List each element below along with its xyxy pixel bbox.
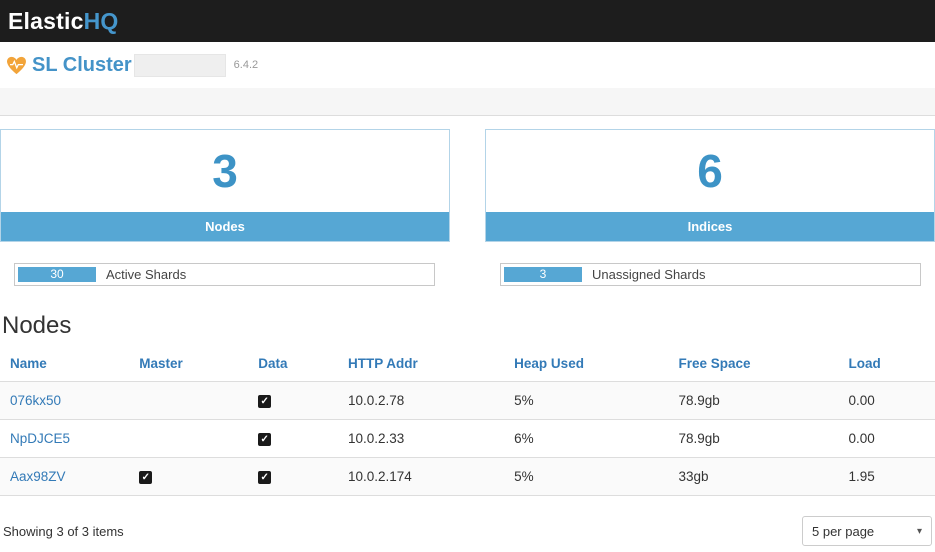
nodes-stat-card: 3 Nodes — [0, 129, 450, 242]
data-cell: ✓ — [250, 458, 340, 496]
cluster-version: 6.4.2 — [234, 59, 258, 71]
check-icon: ✓ — [140, 472, 151, 484]
load-cell: 0.00 — [841, 420, 935, 458]
col-header-http-addr[interactable]: HTTP Addr — [340, 344, 506, 382]
active-shards-label: Active Shards — [106, 267, 186, 282]
per-page-value: 5 per page — [812, 524, 874, 539]
http-addr-cell: 10.0.2.78 — [340, 382, 506, 420]
free-space-cell: 78.9gb — [671, 382, 841, 420]
indices-stat-label[interactable]: Indices — [486, 212, 934, 241]
heartbeat-icon — [6, 56, 27, 75]
node-name-cell: Aax98ZV — [0, 458, 131, 496]
col-header-master[interactable]: Master — [131, 344, 250, 382]
stat-cards-row: 3 Nodes 6 Indices — [0, 129, 935, 242]
free-space-cell: 78.9gb — [671, 420, 841, 458]
unassigned-shards-bar: 3 Unassigned Shards — [500, 263, 921, 286]
col-header-name[interactable]: Name — [0, 344, 131, 382]
cluster-subheader — [0, 88, 935, 116]
unassigned-shards-label: Unassigned Shards — [592, 267, 705, 282]
showing-items-text: Showing 3 of 3 items — [3, 524, 124, 539]
table-row: Aax98ZV ✓ ✓ 10.0.2.1745%33gb1.95 — [0, 458, 935, 496]
http-addr-cell: 10.0.2.174 — [340, 458, 506, 496]
col-header-free-space[interactable]: Free Space — [671, 344, 841, 382]
active-shards-bar: 30 Active Shards — [14, 263, 435, 286]
dashboard-main: 3 Nodes 6 Indices 30 Active Shards 3 Una… — [0, 129, 935, 552]
free-space-cell: 33gb — [671, 458, 841, 496]
col-header-load[interactable]: Load — [841, 344, 935, 382]
shard-status-row: 30 Active Shards 3 Unassigned Shards — [0, 263, 935, 286]
top-navbar: ElasticHQ — [0, 0, 935, 42]
master-cell: ✓ — [131, 458, 250, 496]
unassigned-shards-count: 3 — [504, 267, 582, 282]
elastichq-logo[interactable]: ElasticHQ — [8, 8, 118, 35]
load-cell: 0.00 — [841, 382, 935, 420]
heap-used-cell: 5% — [506, 382, 670, 420]
table-footer: Showing 3 of 3 items 5 per page ▾ — [0, 516, 935, 546]
node-name-cell: NpDJCE5 — [0, 420, 131, 458]
master-checkbox[interactable]: ✓ — [139, 471, 152, 484]
check-icon: ✓ — [259, 434, 270, 446]
cluster-name-link[interactable]: SL Cluster — [32, 54, 132, 77]
table-row: NpDJCE5 ✓ 10.0.2.336%78.9gb0.00 — [0, 420, 935, 458]
data-cell: ✓ — [250, 382, 340, 420]
table-row: 076kx50 ✓ 10.0.2.785%78.9gb0.00 — [0, 382, 935, 420]
table-header-row: Name Master Data HTTP Addr Heap Used Fre… — [0, 344, 935, 382]
nodes-table-body: 076kx50 ✓ 10.0.2.785%78.9gb0.00 NpDJCE5 ✓ 10.… — [0, 382, 935, 496]
heap-used-cell: 5% — [506, 458, 670, 496]
nodes-count: 3 — [1, 130, 449, 212]
node-name-link[interactable]: NpDJCE5 — [10, 431, 70, 446]
cluster-header: SL Cluster 6.4.2 — [0, 42, 935, 88]
node-name-link[interactable]: 076kx50 — [10, 393, 61, 408]
node-name-cell: 076kx50 — [0, 382, 131, 420]
master-cell — [131, 382, 250, 420]
nodes-stat-label[interactable]: Nodes — [1, 212, 449, 241]
master-cell — [131, 420, 250, 458]
col-header-heap-used[interactable]: Heap Used — [506, 344, 670, 382]
heap-used-cell: 6% — [506, 420, 670, 458]
active-shards-count: 30 — [18, 267, 96, 282]
nodes-section-title: Nodes — [2, 312, 935, 340]
indices-stat-card: 6 Indices — [485, 129, 935, 242]
data-checkbox[interactable]: ✓ — [258, 471, 271, 484]
elastichq-app: ElasticHQ SL Cluster 6.4.2 3 Nodes 6 Ind… — [0, 0, 935, 552]
node-name-link[interactable]: Aax98ZV — [10, 469, 66, 484]
load-cell: 1.95 — [841, 458, 935, 496]
brand-elastic-text: Elastic — [8, 8, 84, 34]
check-icon: ✓ — [259, 472, 270, 484]
nodes-table: Name Master Data HTTP Addr Heap Used Fre… — [0, 344, 935, 496]
data-checkbox[interactable]: ✓ — [258, 433, 271, 446]
brand-hq-text: HQ — [84, 8, 119, 34]
chevron-down-icon: ▾ — [917, 526, 922, 537]
col-header-data[interactable]: Data — [250, 344, 340, 382]
indices-count: 6 — [486, 130, 934, 212]
data-cell: ✓ — [250, 420, 340, 458]
per-page-select[interactable]: 5 per page ▾ — [802, 516, 932, 546]
cluster-name-input[interactable] — [134, 54, 226, 77]
check-icon: ✓ — [259, 396, 270, 408]
http-addr-cell: 10.0.2.33 — [340, 420, 506, 458]
data-checkbox[interactable]: ✓ — [258, 395, 271, 408]
